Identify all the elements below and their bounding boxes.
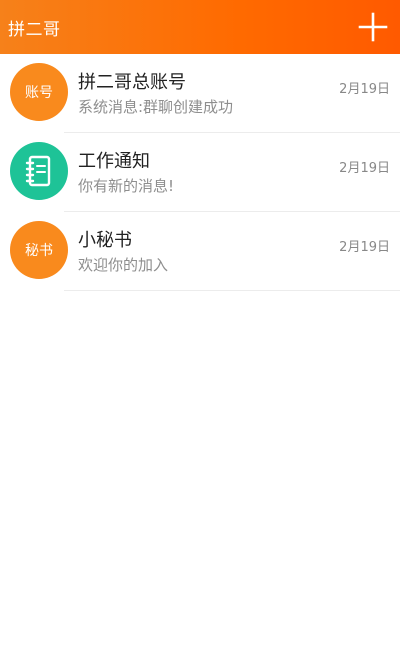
notebook-icon bbox=[25, 155, 51, 187]
avatar bbox=[10, 142, 68, 200]
conversation-list: 账号 拼二哥总账号 系统消息:群聊创建成功 2月19日 工作通知 你有新的消息!… bbox=[0, 54, 400, 291]
plus-icon bbox=[358, 12, 388, 42]
conversation-time: 2月19日 bbox=[339, 82, 390, 97]
conversation-preview: 系统消息:群聊创建成功 bbox=[78, 98, 234, 116]
app-header: 拼二哥 bbox=[0, 0, 400, 54]
conversation-title: 小秘书 bbox=[78, 230, 132, 251]
divider bbox=[64, 290, 400, 291]
conversation-title: 工作通知 bbox=[78, 151, 150, 172]
avatar-label: 账号 bbox=[25, 85, 53, 101]
conversation-item-main-account[interactable]: 账号 拼二哥总账号 系统消息:群聊创建成功 2月19日 bbox=[0, 54, 400, 133]
conversation-item-secretary[interactable]: 秘书 小秘书 欢迎你的加入 2月19日 bbox=[0, 212, 400, 291]
avatar: 账号 bbox=[10, 63, 68, 121]
add-button[interactable] bbox=[356, 10, 390, 44]
conversation-time: 2月19日 bbox=[339, 161, 390, 176]
conversation-item-work-notice[interactable]: 工作通知 你有新的消息! 2月19日 bbox=[0, 133, 400, 212]
conversation-preview: 欢迎你的加入 bbox=[78, 256, 169, 274]
avatar: 秘书 bbox=[10, 221, 68, 279]
avatar-label: 秘书 bbox=[25, 243, 53, 259]
conversation-time: 2月19日 bbox=[339, 240, 390, 255]
page-title: 拼二哥 bbox=[8, 19, 61, 40]
conversation-title: 拼二哥总账号 bbox=[78, 72, 186, 93]
conversation-preview: 你有新的消息! bbox=[78, 177, 175, 195]
